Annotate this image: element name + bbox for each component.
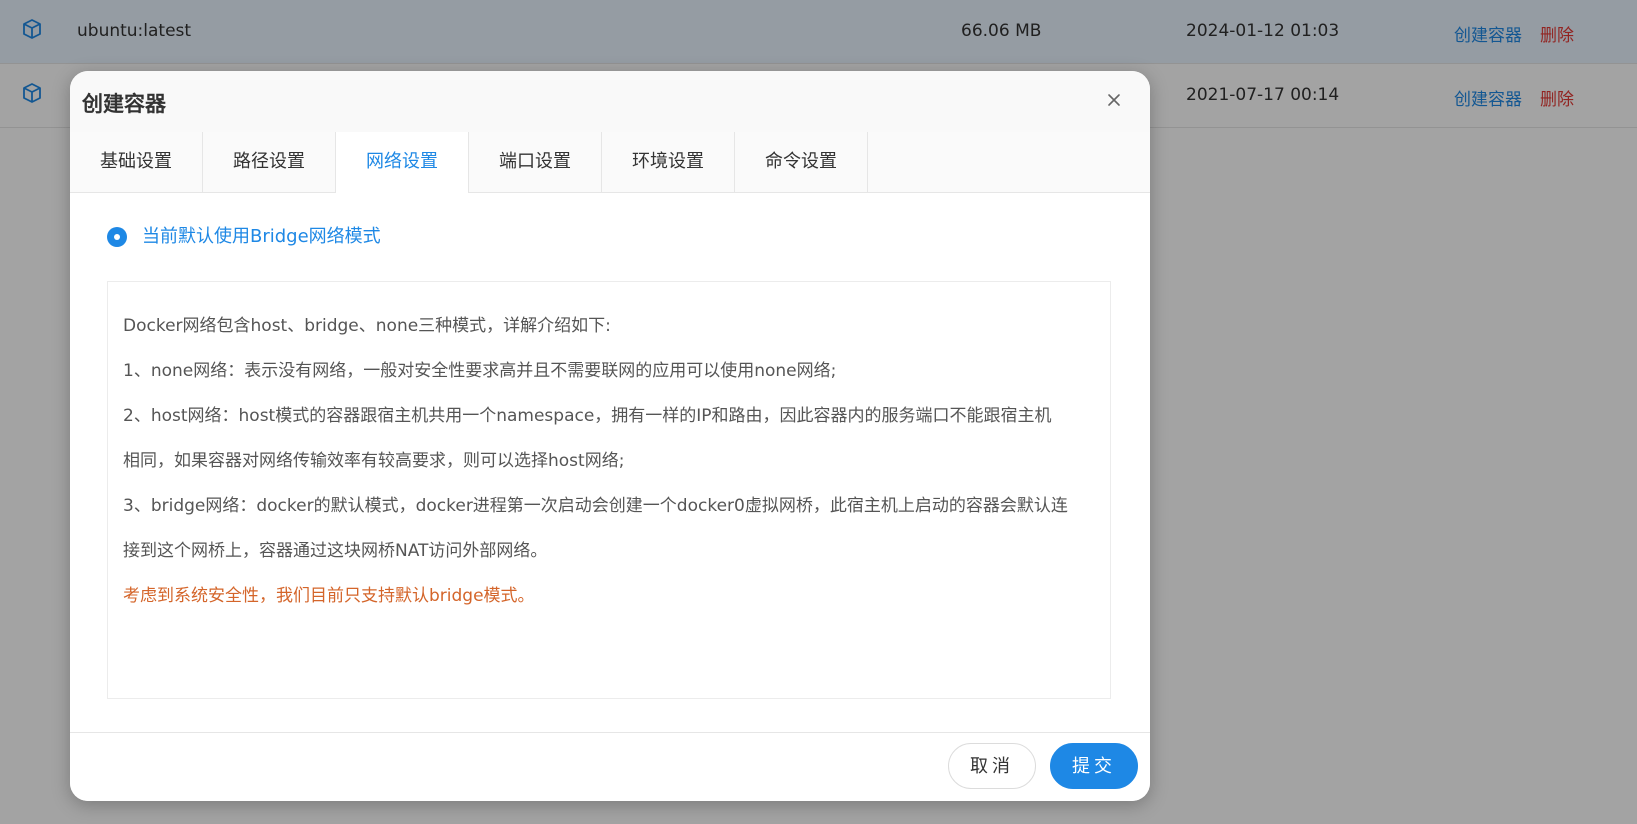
tab-basic-settings[interactable]: 基础设置 xyxy=(70,132,203,192)
tab-env-settings[interactable]: 环境设置 xyxy=(602,132,735,192)
info-line: 相同，如果容器对网络传输效率有较高要求，则可以选择host网络; xyxy=(123,451,625,471)
settings-tabs: 基础设置 路径设置 网络设置 端口设置 环境设置 命令设置 xyxy=(70,132,1150,193)
cancel-button[interactable]: 取消 xyxy=(948,743,1036,789)
info-line: Docker网络包含host、bridge、none三种模式，详解介绍如下: xyxy=(123,316,611,336)
tab-port-settings[interactable]: 端口设置 xyxy=(469,132,602,192)
network-info-panel: Docker网络包含host、bridge、none三种模式，详解介绍如下: 1… xyxy=(107,281,1111,699)
security-warning: 考虑到系统安全性，我们目前只支持默认bridge模式。 xyxy=(123,586,535,606)
submit-button[interactable]: 提交 xyxy=(1050,743,1138,789)
info-line: 3、bridge网络：docker的默认模式，docker进程第一次启动会创建一… xyxy=(123,496,1068,516)
info-line: 2、host网络：host模式的容器跟宿主机共用一个namespace，拥有一样… xyxy=(123,406,1052,426)
dialog-footer: 取消 提交 xyxy=(70,732,1150,801)
tab-network-settings[interactable]: 网络设置 xyxy=(336,132,469,193)
dialog-title: 创建容器 xyxy=(82,92,166,116)
info-line: 1、none网络：表示没有网络，一般对安全性要求高并且不需要联网的应用可以使用n… xyxy=(123,361,837,381)
create-container-dialog: 创建容器 基础设置 路径设置 网络设置 端口设置 环境设置 命令设置 当前默认使… xyxy=(70,71,1150,801)
radio-checked-icon[interactable] xyxy=(107,227,127,247)
info-line: 接到这个网桥上，容器通过这块网桥NAT访问外部网络。 xyxy=(123,541,548,561)
tab-path-settings[interactable]: 路径设置 xyxy=(203,132,336,192)
tab-command-settings[interactable]: 命令设置 xyxy=(735,132,868,192)
close-icon[interactable] xyxy=(1102,88,1126,112)
radio-label: 当前默认使用Bridge网络模式 xyxy=(142,226,381,247)
dialog-header: 创建容器 xyxy=(70,71,1150,132)
